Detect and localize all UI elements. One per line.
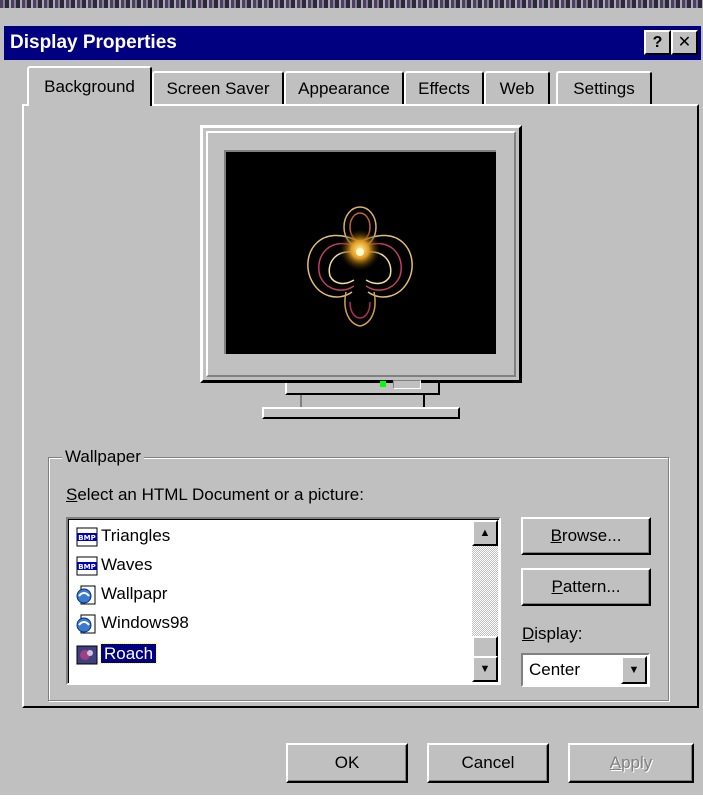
cancel-button[interactable]: Cancel bbox=[427, 743, 549, 783]
tab-background[interactable]: Background bbox=[27, 66, 152, 106]
button-label: OK bbox=[334, 753, 360, 772]
help-button[interactable]: ? bbox=[644, 30, 671, 55]
help-icon: ? bbox=[652, 34, 663, 51]
tab-screen-saver[interactable]: Screen Saver bbox=[152, 71, 284, 105]
tab-label: Effects bbox=[418, 79, 470, 98]
close-icon: ✕ bbox=[677, 34, 692, 51]
title-bar[interactable]: Display Properties ? ✕ bbox=[4, 26, 701, 60]
bottom-edge bbox=[0, 795, 703, 805]
close-button[interactable]: ✕ bbox=[671, 30, 698, 55]
tab-label: Screen Saver bbox=[166, 79, 270, 98]
tab-appearance[interactable]: Appearance bbox=[284, 71, 404, 105]
button-label: pply bbox=[621, 753, 653, 772]
apply-button[interactable]: Apply bbox=[568, 743, 694, 783]
tab-panel bbox=[22, 104, 699, 708]
tab-label: Background bbox=[44, 77, 135, 96]
tab-settings[interactable]: Settings bbox=[556, 71, 652, 105]
accelerator-letter: A bbox=[609, 753, 622, 772]
desktop-strip bbox=[0, 0, 703, 8]
ok-button[interactable]: OK bbox=[286, 743, 408, 783]
tab-web[interactable]: Web bbox=[484, 71, 550, 105]
tab-label: Web bbox=[499, 79, 535, 98]
window-title: Display Properties bbox=[10, 32, 177, 53]
tab-label: Settings bbox=[573, 79, 635, 98]
tab-effects[interactable]: Effects bbox=[404, 71, 484, 105]
tab-label: Appearance bbox=[298, 79, 390, 98]
button-label: Cancel bbox=[461, 753, 515, 772]
